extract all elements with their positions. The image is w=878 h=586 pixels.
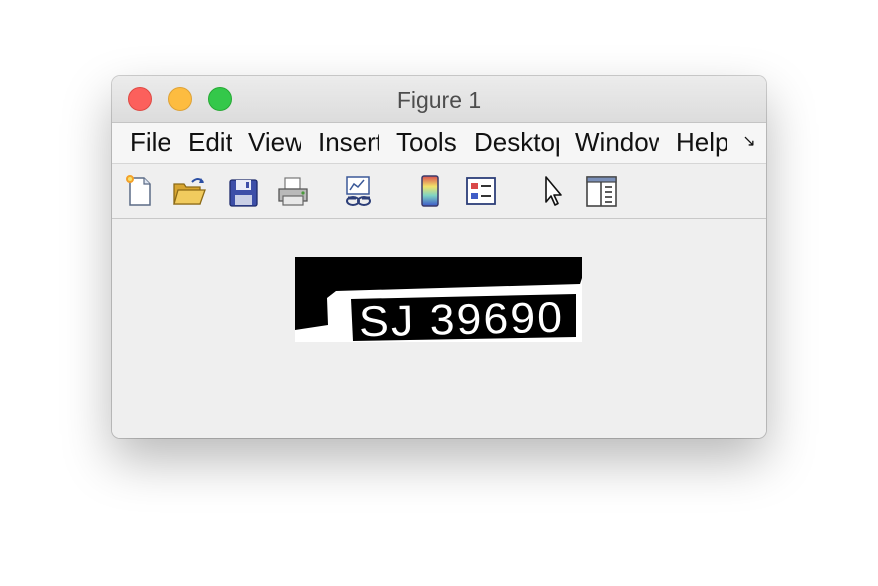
license-plate-binary-image: SJ 39690 — [295, 257, 582, 342]
colorbar-icon[interactable] — [413, 174, 447, 208]
menu-view[interactable]: View — [248, 127, 301, 157]
window-title: Figure 1 — [396, 87, 482, 113]
new-figure-icon[interactable] — [122, 174, 156, 208]
menu-desktop[interactable]: Desktop — [474, 127, 559, 157]
menu-edit[interactable]: Edit — [188, 127, 232, 157]
menu-file[interactable]: File — [130, 127, 170, 157]
menu-insert[interactable]: Insert — [318, 127, 379, 157]
figure-canvas: SJ 39690 — [112, 219, 766, 438]
menu-help[interactable]: Help — [676, 127, 727, 157]
figure-toolbar — [112, 164, 766, 219]
figure-window: Figure 1 File Edit View Insert Tools Des… — [112, 76, 766, 438]
title-bar[interactable]: Figure 1 — [112, 76, 766, 123]
print-icon[interactable] — [276, 174, 310, 208]
save-icon[interactable] — [226, 174, 260, 208]
property-inspector-icon[interactable] — [584, 174, 618, 208]
menu-window[interactable]: Window — [575, 127, 659, 157]
pointer-icon[interactable] — [536, 174, 570, 208]
menu-tools[interactable]: Tools — [396, 127, 458, 157]
menu-bar: File Edit View Insert Tools Desktop Wind… — [112, 123, 766, 164]
plate-text: SJ 39690 — [359, 294, 565, 342]
link-plot-icon[interactable] — [342, 174, 376, 208]
overflow-arrow-icon[interactable]: ↘ — [738, 131, 760, 153]
open-file-icon[interactable] — [172, 174, 206, 208]
legend-icon[interactable] — [464, 174, 498, 208]
